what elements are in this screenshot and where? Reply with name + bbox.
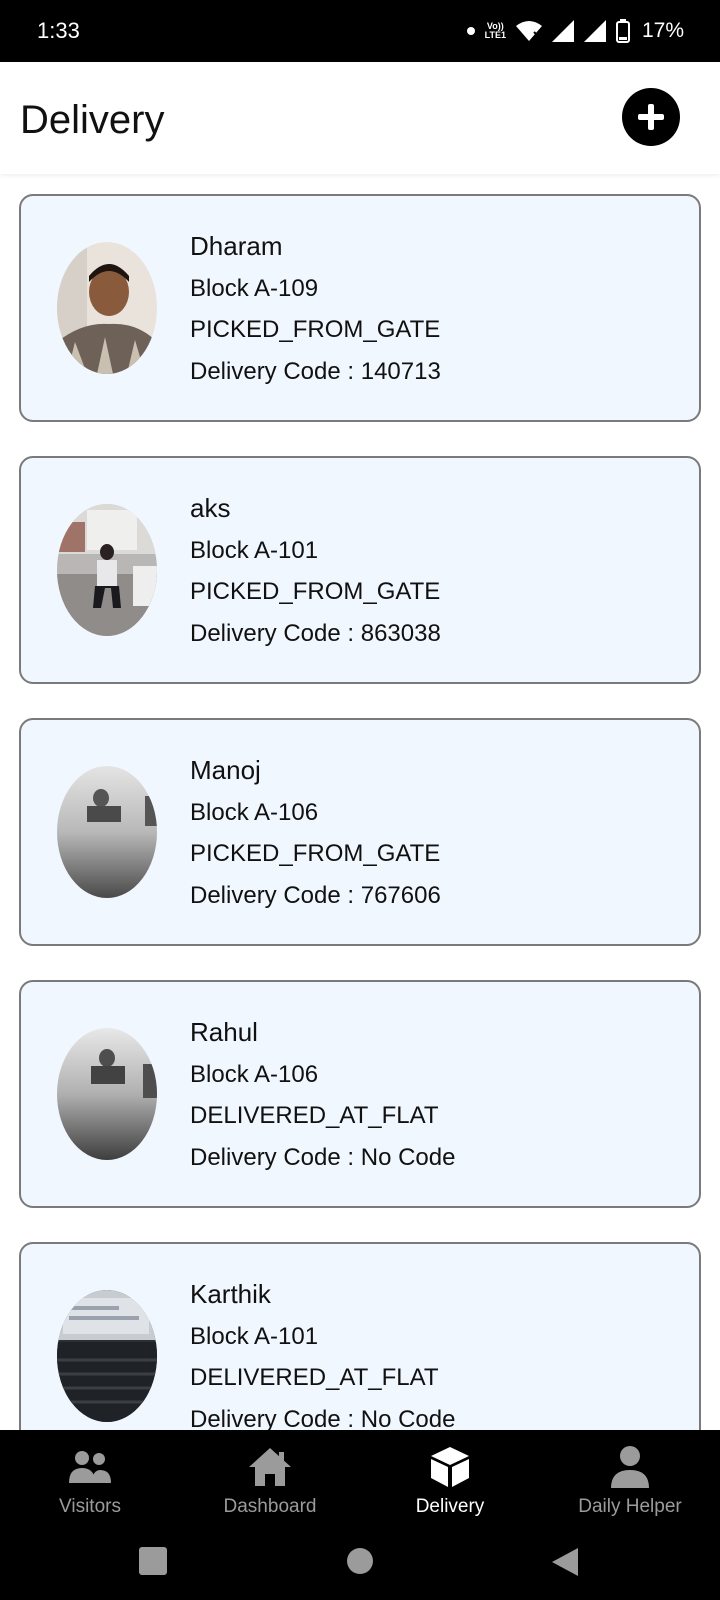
- home-icon: [247, 1444, 293, 1490]
- avatar: [57, 242, 157, 374]
- delivery-code-label: Delivery Code :: [190, 881, 361, 909]
- box-icon: [429, 1444, 471, 1490]
- nav-label: Delivery: [415, 1496, 485, 1517]
- delivery-card[interactable]: aks Block A-101 PICKED_FROM_GATE Deliver…: [19, 456, 701, 684]
- delivery-code-row: Delivery Code : 863038: [190, 613, 441, 655]
- delivery-code-row: Delivery Code : 767606: [190, 875, 441, 917]
- nav-item-delivery[interactable]: Delivery: [360, 1430, 540, 1530]
- recent-apps-icon[interactable]: [138, 1546, 168, 1576]
- delivery-list[interactable]: Dharam Block A-109 PICKED_FROM_GATE Deli…: [0, 174, 720, 1430]
- delivery-code-label: Delivery Code :: [190, 357, 361, 385]
- delivery-name: aks: [190, 493, 231, 523]
- delivery-code-row: Delivery Code : No Code: [190, 1137, 455, 1179]
- delivery-code-row: Delivery Code : No Code: [190, 1399, 455, 1431]
- delivery-code-label: Delivery Code :: [190, 619, 361, 647]
- app-header: Delivery: [0, 62, 720, 174]
- avatar: [57, 1028, 157, 1160]
- delivery-name: Rahul: [190, 1017, 258, 1047]
- delivery-info: Rahul Block A-106 DELIVERED_AT_FLAT Deli…: [190, 1012, 455, 1178]
- delivery-name: Karthik: [190, 1279, 271, 1309]
- battery-icon: [615, 19, 630, 43]
- system-nav: [0, 1530, 720, 1600]
- delivery-code: 863038: [360, 619, 441, 647]
- delivery-info: Karthik Block A-101 DELIVERED_AT_FLAT De…: [190, 1274, 455, 1430]
- nav-label: Dashboard: [223, 1496, 317, 1517]
- signal-2-icon: [583, 20, 606, 42]
- home-button-icon[interactable]: [346, 1546, 374, 1576]
- delivery-code: No Code: [360, 1405, 456, 1431]
- delivery-status: PICKED_FROM_GATE: [190, 316, 441, 343]
- bottom-nav: Visitors Dashboard Delivery Daily Helper: [0, 1430, 720, 1530]
- delivery-code: 767606: [360, 881, 441, 909]
- status-time: 1:33: [37, 18, 80, 43]
- back-icon[interactable]: [550, 1546, 580, 1578]
- delivery-block: Block A-106: [190, 798, 319, 826]
- add-delivery-button[interactable]: [622, 88, 680, 146]
- delivery-code-row: Delivery Code : 140713: [190, 351, 441, 393]
- delivery-code: No Code: [360, 1143, 456, 1171]
- delivery-card[interactable]: Rahul Block A-106 DELIVERED_AT_FLAT Deli…: [19, 980, 701, 1208]
- avatar: [57, 504, 157, 636]
- delivery-code-label: Delivery Code :: [190, 1405, 361, 1431]
- status-bar: 1:33 Vo)) LTE1 17%: [0, 0, 720, 62]
- person-icon: [610, 1444, 650, 1490]
- delivery-name: Dharam: [190, 231, 283, 261]
- nav-label: Daily Helper: [578, 1496, 682, 1517]
- signal-icon: [551, 20, 574, 42]
- people-icon: [67, 1444, 113, 1490]
- delivery-status: DELIVERED_AT_FLAT: [190, 1364, 439, 1391]
- avatar: [57, 1290, 157, 1422]
- delivery-card[interactable]: Manoj Block A-106 PICKED_FROM_GATE Deliv…: [19, 718, 701, 946]
- delivery-block: Block A-106: [190, 1060, 319, 1088]
- delivery-status: PICKED_FROM_GATE: [190, 840, 441, 867]
- delivery-status: DELIVERED_AT_FLAT: [190, 1102, 439, 1129]
- delivery-card[interactable]: Karthik Block A-101 DELIVERED_AT_FLAT De…: [19, 1242, 701, 1430]
- plus-icon: [638, 104, 664, 130]
- delivery-name: Manoj: [190, 755, 261, 785]
- avatar: [57, 766, 157, 898]
- delivery-status: PICKED_FROM_GATE: [190, 578, 441, 605]
- status-icons: Vo)) LTE1 17%: [466, 16, 684, 46]
- page-title: Delivery: [20, 98, 165, 142]
- nav-item-daily-helper[interactable]: Daily Helper: [540, 1430, 720, 1530]
- notification-dot-icon: [466, 27, 475, 35]
- nav-item-visitors[interactable]: Visitors: [0, 1430, 180, 1530]
- volte-icon: Vo)) LTE1: [484, 21, 506, 40]
- delivery-info: aks Block A-101 PICKED_FROM_GATE Deliver…: [190, 488, 441, 654]
- delivery-code-label: Delivery Code :: [190, 1143, 361, 1171]
- delivery-info: Dharam Block A-109 PICKED_FROM_GATE Deli…: [190, 226, 441, 392]
- delivery-block: Block A-109: [190, 274, 319, 302]
- delivery-block: Block A-101: [190, 1322, 319, 1350]
- wifi-icon: [515, 21, 542, 41]
- nav-item-dashboard[interactable]: Dashboard: [180, 1430, 360, 1530]
- delivery-card[interactable]: Dharam Block A-109 PICKED_FROM_GATE Deli…: [19, 194, 701, 422]
- delivery-code: 140713: [360, 357, 441, 385]
- nav-label: Visitors: [59, 1496, 121, 1517]
- delivery-info: Manoj Block A-106 PICKED_FROM_GATE Deliv…: [190, 750, 441, 916]
- battery-level: 17%: [641, 19, 684, 42]
- delivery-block: Block A-101: [190, 536, 319, 564]
